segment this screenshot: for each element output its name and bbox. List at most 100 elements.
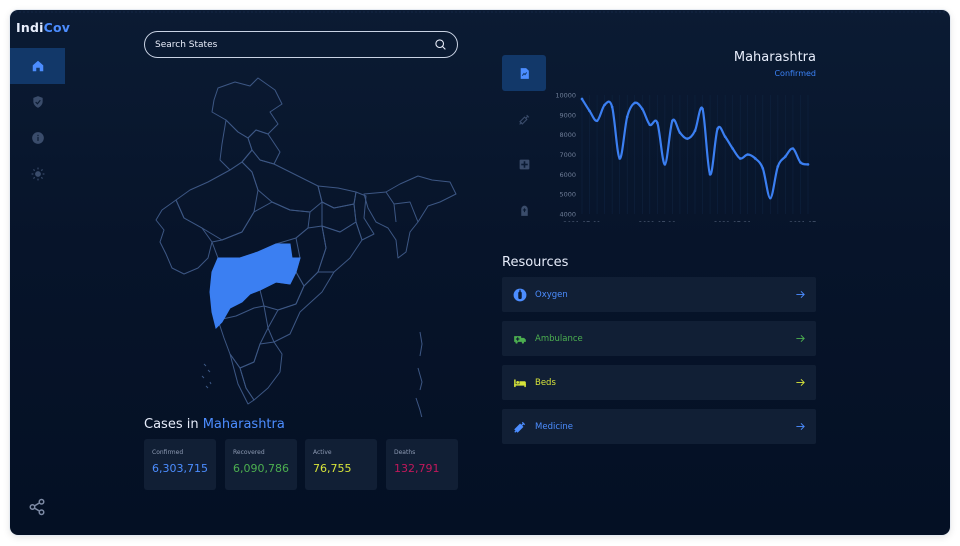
chart-point [784,155,787,158]
map-state-up[interactable] [241,149,323,213]
resource-label: Medicine [535,421,573,432]
search-icon[interactable] [434,38,447,51]
chart-point [776,165,780,168]
arrow-right-icon [795,329,806,348]
stat-label: Active [313,449,332,456]
chart-point [595,119,599,123]
chart-point [791,147,795,150]
cases-title-prefix: Cases in [144,417,199,432]
chart-point [716,127,719,131]
chart-point [671,119,674,123]
resource-label: Ambulance [535,333,583,344]
medicine-icon [512,419,527,434]
chart-tool-report[interactable] [502,55,546,91]
chart-point [663,163,667,166]
sidebar-item-shield[interactable] [10,84,65,120]
cases-title: Cases in Maharashtra [144,417,285,432]
chart-point [738,157,742,160]
india-map[interactable] [150,72,460,417]
syringe-icon [518,114,529,125]
chart-point [580,97,584,101]
stat-card-deaths: Deaths 132,791 [386,439,458,490]
map-state-maharashtra[interactable] [209,243,301,329]
app-logo[interactable]: IndiCov [16,20,70,35]
map-state-chhattisgarh[interactable] [295,225,327,287]
chart-point [625,115,629,119]
chart-point [806,163,810,166]
resource-oxygen[interactable]: Oxygen [502,277,816,312]
oxygen-icon [512,287,527,302]
map-state-punjab[interactable] [219,119,253,171]
search-bar[interactable] [144,31,458,58]
resource-label: Oxygen [535,289,568,300]
resources-title: Resources [502,255,569,270]
chart-point [693,129,697,132]
bed-icon [512,375,527,390]
chart-point [731,147,734,150]
sidebar-item-home[interactable] [10,48,65,84]
resource-ambulance[interactable]: Ambulance [502,321,816,356]
map-state-northeast[interactable] [363,175,457,259]
stat-value: 6,303,715 [152,462,208,475]
resource-beds[interactable]: Beds [502,365,816,400]
chart-point [610,105,614,109]
map-state-gujarat[interactable] [155,199,213,275]
logo-text: Indi [16,20,44,35]
map-state-wb[interactable] [353,191,375,241]
share-icon[interactable] [28,498,46,516]
arrow-right-icon [795,373,806,392]
y-tick-label: 8000 [559,131,576,139]
map-islands-andaman [415,331,423,417]
stat-card-active: Active 76,755 [305,439,377,490]
chart-point [686,137,689,140]
y-tick-label: 4000 [559,211,576,219]
chart-tool-vaccine[interactable] [502,101,546,137]
chart-point [678,131,682,134]
sidebar-item-info[interactable] [10,120,65,156]
stat-value: 132,791 [394,462,440,475]
chart-point [708,173,712,176]
app-window: IndiCov Search States Cases in Maharasht… [10,10,950,535]
y-tick-label: 10000 [555,92,576,100]
sidebar-item-theme[interactable] [10,156,65,192]
chart-point [723,135,727,138]
stat-value: 6,090,786 [233,462,289,475]
resource-label: Beds [535,377,556,388]
map-state-mp[interactable] [211,201,311,259]
medical-plus-icon [519,159,529,169]
x-tick-label: 2021-07-01 [563,220,601,222]
stat-label: Confirmed [152,449,184,456]
top-dotted-border [10,10,950,14]
cases-title-state: Maharashtra [202,417,285,432]
map-state-kerala[interactable] [229,353,255,405]
search-input[interactable] [155,39,434,50]
chart-point [618,157,621,160]
chart-point [701,107,704,111]
file-chart-icon [520,67,529,79]
map-islands-lakshadweep [201,363,212,389]
map-state-tn[interactable] [239,341,283,401]
chart-tool-deaths[interactable] [502,192,546,228]
line-chart: 4000 5000 6000 7000 8000 9000 10000 2021-07-01 2… [555,92,818,223]
arrow-right-icon [795,417,806,436]
map-state-north[interactable] [211,77,283,139]
sun-icon [31,167,44,181]
arrow-right-icon [795,285,806,304]
x-tick-label: 2021-07-11 [638,220,676,222]
y-tick-label: 5000 [559,191,576,199]
y-tick-label: 9000 [559,111,576,119]
chart-point [746,153,750,156]
chart-tool-hospital[interactable] [502,146,546,182]
sidebar: IndiCov [10,10,70,535]
chart-point [799,161,802,164]
chart-point [588,109,591,113]
map-state-rajasthan[interactable] [175,161,259,241]
resource-medicine[interactable]: Medicine [502,409,816,444]
logo-accent-text: Cov [43,20,71,35]
chart-metric-label: Confirmed [774,69,816,78]
map-state-odisha[interactable] [317,221,363,273]
stat-card-recovered: Recovered 6,090,786 [225,439,297,490]
chart-point [761,167,765,170]
shield-icon [32,96,43,108]
map-state-uttarakhand[interactable] [247,129,281,165]
